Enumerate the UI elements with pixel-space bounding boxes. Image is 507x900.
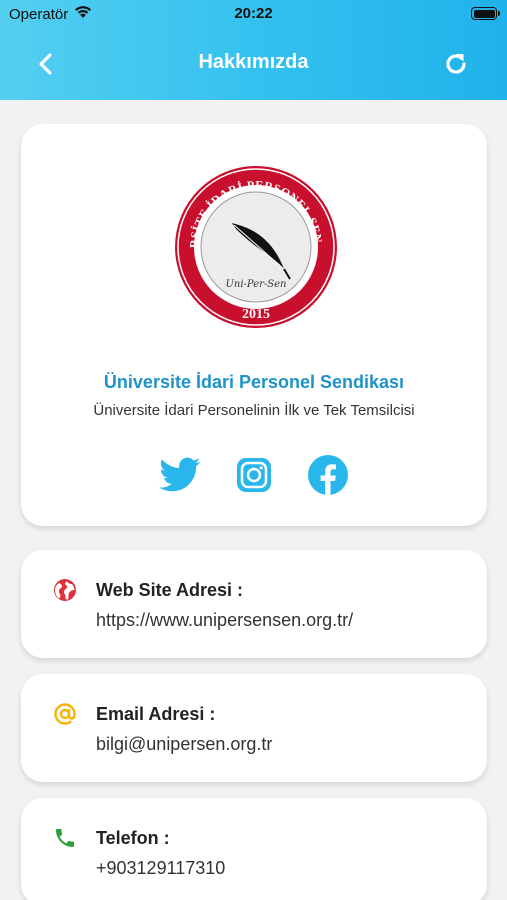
website-value[interactable]: https://www.unipersensen.org.tr/ xyxy=(96,610,353,631)
org-name: Üniversite İdari Personel Sendikası xyxy=(103,372,405,392)
twitter-button[interactable] xyxy=(159,454,201,496)
phone-label: Telefon : xyxy=(96,828,170,848)
at-icon xyxy=(53,702,77,726)
nav-bar: Hakkımızda xyxy=(0,38,507,88)
logo-year: 2015 xyxy=(242,307,270,322)
contact-card-email[interactable]: Email Adresi : bilgi@unipersen.org.tr xyxy=(21,674,487,782)
globe-icon xyxy=(53,578,77,602)
battery-icon xyxy=(471,7,500,20)
phone-value[interactable]: +903129117310 xyxy=(96,858,225,879)
refresh-icon xyxy=(446,54,466,74)
page-title: Hakkımızda xyxy=(198,51,309,73)
facebook-button[interactable] xyxy=(307,454,349,496)
status-time: 20:22 xyxy=(234,5,273,22)
website-label: Web Site Adresi : xyxy=(96,580,244,600)
twitter-icon xyxy=(159,457,201,492)
logo-script: Uni-Per-Sen xyxy=(225,279,286,290)
org-tagline: Üniversite İdari Personelinin İlk ve Tek… xyxy=(93,402,415,419)
refresh-button[interactable] xyxy=(438,46,474,82)
social-links xyxy=(21,454,487,496)
union-logo: ÜNİVERSİTE İDARİ PERSONEL SENDİKASI 2015… xyxy=(169,154,338,329)
contact-card-website[interactable]: Web Site Adresi : https://www.unipersens… xyxy=(21,550,487,658)
app-header: Operatör 20:22 Hakkımızda xyxy=(0,0,507,100)
email-label: Email Adresi : xyxy=(96,704,216,724)
profile-card: ÜNİVERSİTE İDARİ PERSONEL SENDİKASI 2015… xyxy=(21,124,487,526)
instagram-icon xyxy=(237,458,271,492)
contact-card-phone[interactable]: Telefon : +903129117310 xyxy=(21,798,487,900)
status-bar: Operatör 20:22 xyxy=(0,0,507,28)
instagram-button[interactable] xyxy=(233,454,275,496)
phone-icon xyxy=(53,826,77,850)
facebook-icon xyxy=(308,455,348,495)
email-value[interactable]: bilgi@unipersen.org.tr xyxy=(96,734,272,755)
